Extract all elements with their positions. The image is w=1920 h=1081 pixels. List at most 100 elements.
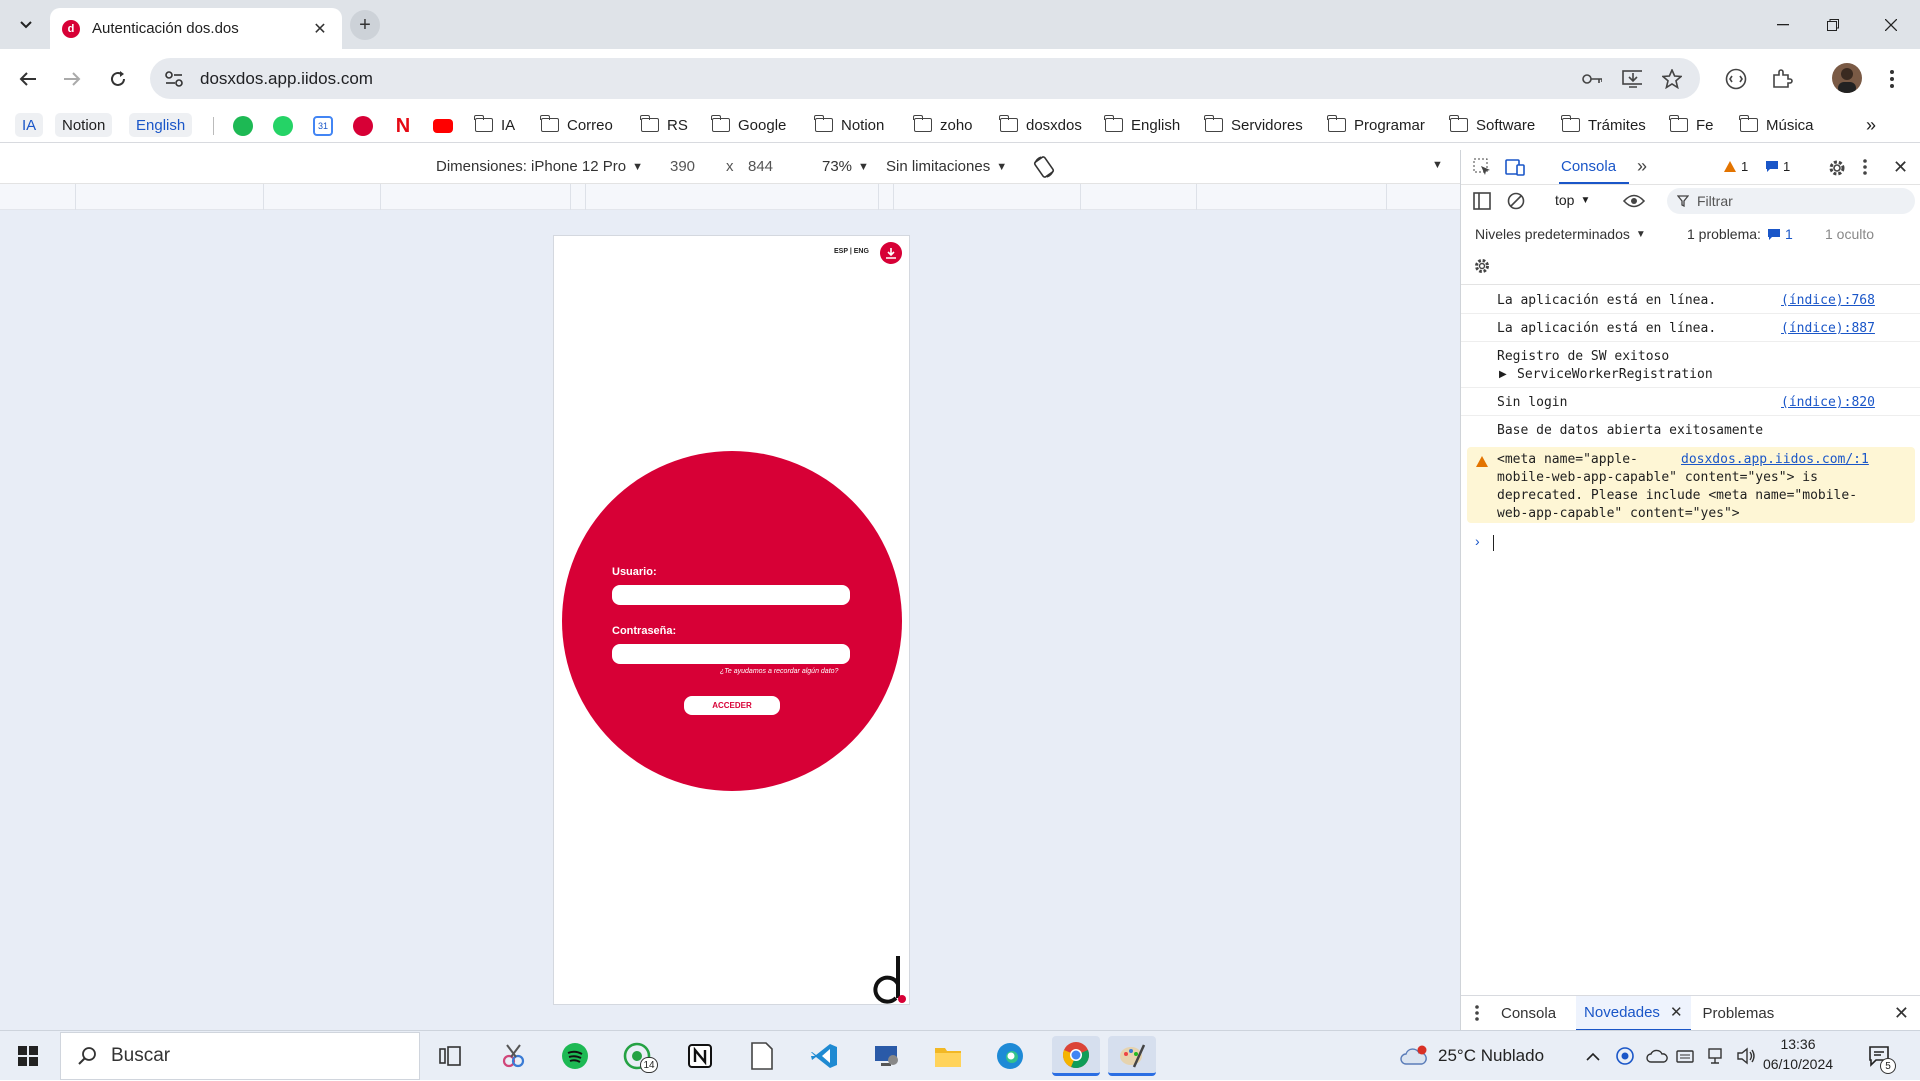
live-expression-eye-icon[interactable] (1623, 194, 1645, 208)
site-settings-icon[interactable] (164, 70, 184, 88)
close-devtools-icon[interactable]: ✕ (1893, 157, 1908, 178)
bookmark-folder-dosxdos[interactable]: dosxdos (999, 113, 1082, 137)
messages-counter[interactable]: 1 (1765, 159, 1790, 174)
spotify-app-icon[interactable] (555, 1036, 595, 1076)
taskbar-search-box[interactable]: Buscar (60, 1032, 420, 1080)
password-key-icon[interactable] (1582, 69, 1602, 89)
paint-app-icon[interactable] (1108, 1036, 1156, 1076)
filter-input[interactable]: Filtrar (1667, 188, 1915, 214)
login-submit-button[interactable]: ACCEDER (684, 696, 780, 715)
reload-button[interactable] (102, 63, 134, 95)
bookmark-star-icon[interactable] (1662, 69, 1682, 89)
bookmark-notion-pill[interactable]: Notion (55, 113, 113, 137)
zoom-select[interactable]: 73% ▼ (822, 158, 869, 175)
console-input[interactable] (1493, 535, 1494, 551)
password-input[interactable] (612, 644, 850, 664)
devtools-settings-icon[interactable] (1827, 158, 1847, 178)
restore-button[interactable] (1810, 0, 1856, 49)
bookmark-folder-zoho[interactable]: zoho (913, 113, 973, 137)
bookmark-folder-ia[interactable]: IA (474, 113, 515, 137)
drawer-tab-issues[interactable]: Problemas (1703, 1005, 1775, 1022)
bookmark-ia-pill[interactable]: IA (15, 113, 44, 137)
extensions-puzzle-icon[interactable] (1766, 63, 1798, 95)
chrome-app-icon[interactable] (1052, 1036, 1100, 1076)
rotate-device-icon[interactable] (1032, 155, 1056, 179)
forgot-credentials-link[interactable]: ¿Te ayudamos a recordar algún dato? (720, 668, 838, 675)
close-window-button[interactable] (1868, 0, 1914, 49)
profile-avatar[interactable] (1832, 63, 1862, 93)
log-source-link[interactable]: (índice):768 (1781, 293, 1875, 308)
minimize-button[interactable] (1760, 0, 1806, 49)
weather-widget[interactable]: 25°C Nublado (1400, 1031, 1544, 1081)
browser-tab[interactable]: d Autenticación dos.dos ✕ (50, 8, 342, 49)
drawer-menu-icon[interactable] (1475, 1005, 1479, 1021)
bookmark-folder-programar[interactable]: Programar (1327, 113, 1425, 137)
notepad-app-icon[interactable] (742, 1036, 782, 1076)
dosxdos-bookmark-icon[interactable] (353, 116, 373, 136)
install-app-icon[interactable] (1622, 69, 1642, 89)
clock[interactable]: 13:36 06/10/2024 (1762, 1036, 1834, 1072)
calendar-bookmark-icon[interactable]: 31 (313, 116, 333, 136)
bookmark-folder-english[interactable]: English (1104, 113, 1180, 137)
windows-start-icon[interactable] (18, 1046, 38, 1066)
inspect-element-icon[interactable] (1473, 158, 1491, 176)
show-hidden-icons-chevron-icon[interactable] (1586, 1031, 1600, 1081)
warning-source-link[interactable]: dosxdos.app.iidos.com/:1 (1681, 452, 1869, 467)
bookmark-folder-musica[interactable]: Música (1739, 113, 1814, 137)
tab-search-button[interactable] (12, 11, 40, 39)
sidebar-toggle-icon[interactable] (1473, 192, 1491, 210)
tab-console[interactable]: Consola (1561, 158, 1616, 175)
notion-app-icon[interactable] (680, 1036, 720, 1076)
bookmark-folder-software[interactable]: Software (1449, 113, 1535, 137)
edge-app-icon[interactable] (990, 1036, 1030, 1076)
netflix-bookmark-icon[interactable]: N (393, 116, 413, 136)
log-object[interactable]: ServiceWorkerRegistration (1517, 367, 1713, 382)
notification-center-button[interactable]: 5 (1868, 1031, 1896, 1081)
remote-desktop-app-icon[interactable] (866, 1036, 906, 1076)
log-source-link[interactable]: (índice):820 (1781, 395, 1875, 410)
expand-triangle-icon[interactable]: ▶ (1499, 369, 1507, 380)
snipping-tool-icon[interactable] (493, 1036, 533, 1076)
issues-counter[interactable]: 1 problema: 1 (1687, 226, 1793, 242)
language-switch[interactable]: ESP | ENG (834, 248, 869, 255)
vpn-tray-icon[interactable] (1616, 1031, 1634, 1081)
throttle-select[interactable]: Sin limitaciones ▼ (886, 158, 1007, 175)
whatsapp-bookmark-icon[interactable] (273, 116, 293, 136)
bookmark-english-pill[interactable]: English (129, 113, 193, 137)
width-input[interactable]: 390 (670, 158, 695, 175)
tab-close-icon[interactable]: ✕ (310, 19, 330, 39)
clear-console-icon[interactable] (1507, 192, 1525, 210)
forward-button[interactable] (56, 63, 88, 95)
bookmark-folder-tramites[interactable]: Trámites (1561, 113, 1646, 137)
log-source-link[interactable]: (índice):887 (1781, 321, 1875, 336)
keyboard-layout-icon[interactable] (1676, 1031, 1694, 1081)
bookmark-folder-google[interactable]: Google (711, 113, 786, 137)
console-settings-icon[interactable] (1473, 257, 1491, 275)
devtools-menu-icon[interactable] (1863, 159, 1867, 175)
username-input[interactable] (612, 585, 850, 605)
whatsapp-app-icon[interactable]: 14 (617, 1036, 658, 1076)
device-select[interactable]: Dimensiones: iPhone 12 Pro ▼ (436, 158, 643, 175)
context-select[interactable]: top ▼ (1555, 192, 1590, 208)
youtube-bookmark-icon[interactable] (433, 119, 453, 133)
onedrive-cloud-icon[interactable] (1646, 1031, 1668, 1081)
more-bookmarks-chevron-icon[interactable]: » (1866, 113, 1876, 137)
task-view-icon[interactable] (430, 1036, 470, 1076)
vscode-app-icon[interactable] (804, 1036, 844, 1076)
drawer-tab-console[interactable]: Consola (1501, 1005, 1556, 1022)
spotify-bookmark-icon[interactable] (233, 116, 253, 136)
bookmark-folder-notion[interactable]: Notion (814, 113, 884, 137)
extension-icon[interactable] (1720, 63, 1752, 95)
bookmark-folder-fe[interactable]: Fe (1669, 113, 1714, 137)
bookmark-folder-correo[interactable]: Correo (540, 113, 613, 137)
file-explorer-app-icon[interactable] (928, 1036, 968, 1076)
device-options-caret-icon[interactable]: ▼ (1432, 159, 1443, 171)
volume-icon[interactable] (1736, 1031, 1756, 1081)
drawer-tab-whats-new[interactable]: Novedades ✕ (1576, 995, 1691, 1031)
device-toggle-icon[interactable] (1505, 158, 1525, 176)
height-input[interactable]: 844 (748, 158, 773, 175)
warnings-counter[interactable]: 1 (1723, 159, 1748, 174)
new-tab-button[interactable]: + (350, 10, 380, 40)
network-icon[interactable] (1706, 1031, 1724, 1081)
address-bar[interactable]: dosxdos.app.iidos.com (150, 58, 1700, 99)
